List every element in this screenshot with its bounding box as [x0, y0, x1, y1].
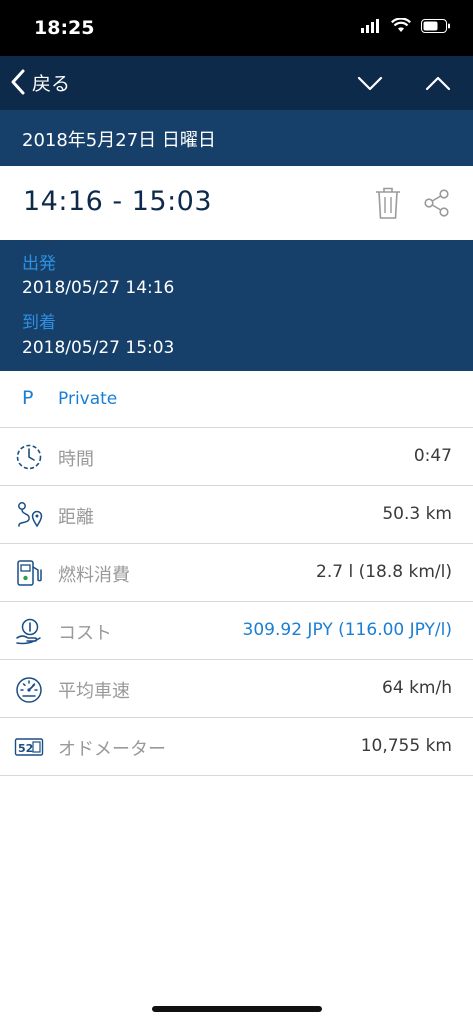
- status-time: 18:25: [34, 17, 95, 39]
- category-label: Private: [58, 389, 118, 409]
- duration-row: 時間 0:47: [0, 428, 473, 486]
- battery-icon: [421, 18, 450, 33]
- fuel-consumption-value: 2.7 l (18.8 km/l): [316, 562, 452, 582]
- distance-value: 50.3 km: [382, 504, 452, 524]
- route-icon: [18, 502, 43, 528]
- home-indicator[interactable]: [152, 1006, 322, 1012]
- average-speed-value: 64 km/h: [382, 678, 452, 698]
- fuel-pump-icon: [17, 560, 42, 586]
- chevron-left-icon: [11, 69, 25, 95]
- arrival-label: 到着: [22, 313, 56, 333]
- distance-label: 距離: [58, 507, 94, 528]
- category-letter: P: [22, 387, 34, 409]
- back-button[interactable]: 戻る: [10, 68, 70, 96]
- chevron-down-icon[interactable]: [355, 70, 385, 96]
- cost-value[interactable]: 309.92 JPY (116.00 JPY/l): [243, 620, 452, 640]
- date-label: 2018年5月27日 日曜日: [22, 130, 216, 151]
- fuel-consumption-label: 燃料消費: [58, 565, 130, 586]
- status-icons: [361, 18, 451, 33]
- odometer-icon: 52: [14, 738, 44, 756]
- wifi-icon: [391, 18, 411, 32]
- clock-icon: [16, 444, 42, 470]
- share-icon[interactable]: [423, 188, 451, 218]
- trip-time-range: 14:16 - 15:03: [23, 186, 213, 217]
- average-speed-row: 平均車速 64 km/h: [0, 660, 473, 718]
- trip-time-row: 14:16 - 15:03: [0, 166, 473, 240]
- odometer-row: 52 オドメーター 10,755 km: [0, 718, 473, 776]
- distance-row: 距離 50.3 km: [0, 486, 473, 544]
- average-speed-label: 平均車速: [58, 681, 130, 702]
- duration-value: 0:47: [413, 446, 452, 466]
- cost-row[interactable]: コスト 309.92 JPY (116.00 JPY/l): [0, 602, 473, 660]
- odometer-value: 10,755 km: [360, 736, 452, 756]
- odometer-label: オドメーター: [58, 739, 166, 760]
- chevron-up-icon[interactable]: [423, 70, 453, 96]
- departure-label: 出発: [22, 254, 56, 274]
- trip-times-panel: 出発 2018/05/27 14:16 到着 2018/05/27 15:03: [0, 240, 473, 371]
- coin-hand-icon: [16, 618, 41, 645]
- navigation-bar: 戻る: [0, 56, 473, 110]
- fuel-consumption-row: 燃料消費 2.7 l (18.8 km/l): [0, 544, 473, 602]
- trip-category-row[interactable]: P Private: [0, 371, 473, 428]
- speedometer-icon: [16, 677, 42, 703]
- duration-label: 時間: [58, 449, 94, 470]
- status-bar: 18:25: [0, 0, 473, 56]
- date-header: 2018年5月27日 日曜日: [0, 110, 473, 166]
- departure-value: 2018/05/27 14:16: [22, 278, 175, 298]
- arrival-value: 2018/05/27 15:03: [22, 338, 175, 358]
- svg-text:52: 52: [18, 742, 33, 755]
- cellular-signal-icon: [361, 18, 379, 33]
- trash-icon[interactable]: [374, 186, 402, 220]
- cost-label: コスト: [58, 623, 112, 644]
- back-label: 戻る: [32, 72, 71, 95]
